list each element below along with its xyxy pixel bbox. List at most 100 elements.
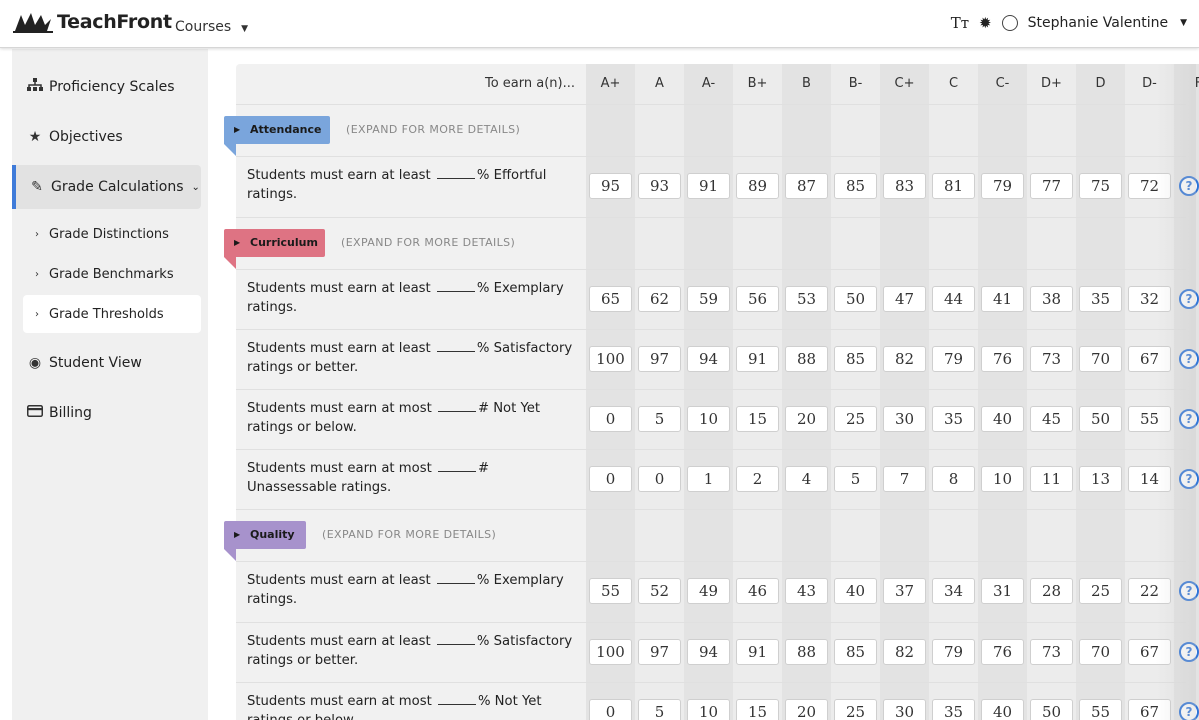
threshold-value-input[interactable]: 15 — [736, 406, 779, 432]
threshold-value-input[interactable]: 14 — [1128, 466, 1171, 492]
threshold-value-input[interactable]: 85 — [834, 639, 877, 665]
threshold-value-input[interactable]: 44 — [932, 286, 975, 312]
threshold-value-input[interactable]: 15 — [736, 699, 779, 720]
section-toggle-curriculum[interactable]: ▶ Curriculum — [224, 229, 325, 257]
threshold-value-input[interactable]: 10 — [687, 699, 730, 720]
threshold-value-input[interactable]: 13 — [1079, 466, 1122, 492]
brand-logo[interactable]: TeachFront — [13, 11, 172, 33]
threshold-value-input[interactable]: 35 — [932, 406, 975, 432]
threshold-value-input[interactable]: 76 — [981, 639, 1024, 665]
threshold-value-input[interactable]: 46 — [736, 578, 779, 604]
threshold-value-input[interactable]: 30 — [883, 406, 926, 432]
threshold-value-input[interactable]: 34 — [932, 578, 975, 604]
help-icon[interactable]: ? — [1179, 409, 1199, 429]
help-icon[interactable]: ? — [1179, 176, 1199, 196]
threshold-value-input[interactable]: 35 — [932, 699, 975, 720]
threshold-value-input[interactable]: 75 — [1079, 173, 1122, 199]
threshold-value-input[interactable]: 0 — [589, 406, 632, 432]
threshold-value-input[interactable]: 93 — [638, 173, 681, 199]
threshold-value-input[interactable]: 65 — [589, 286, 632, 312]
threshold-value-input[interactable]: 4 — [785, 466, 828, 492]
help-icon[interactable]: ? — [1179, 581, 1199, 601]
threshold-value-input[interactable]: 20 — [785, 406, 828, 432]
sidebar-item-billing[interactable]: Billing — [12, 391, 201, 435]
threshold-value-input[interactable]: 45 — [1030, 406, 1073, 432]
threshold-value-input[interactable]: 0 — [589, 466, 632, 492]
threshold-value-input[interactable]: 40 — [834, 578, 877, 604]
threshold-value-input[interactable]: 97 — [638, 639, 681, 665]
expand-details-link[interactable]: (EXPAND FOR MORE DETAILS) — [341, 236, 515, 249]
threshold-value-input[interactable]: 40 — [981, 406, 1024, 432]
threshold-value-input[interactable]: 1 — [687, 466, 730, 492]
threshold-value-input[interactable]: 91 — [687, 173, 730, 199]
threshold-value-input[interactable]: 53 — [785, 286, 828, 312]
threshold-value-input[interactable]: 85 — [834, 346, 877, 372]
help-icon[interactable]: ? — [1179, 469, 1199, 489]
threshold-value-input[interactable]: 62 — [638, 286, 681, 312]
threshold-value-input[interactable]: 77 — [1030, 173, 1073, 199]
sidebar-subitem-grade-distinctions[interactable]: › Grade Distinctions — [23, 215, 201, 253]
threshold-value-input[interactable]: 85 — [834, 173, 877, 199]
help-icon[interactable]: ? — [1179, 349, 1199, 369]
threshold-value-input[interactable]: 94 — [687, 639, 730, 665]
threshold-value-input[interactable]: 20 — [785, 699, 828, 720]
threshold-value-input[interactable]: 89 — [736, 173, 779, 199]
threshold-value-input[interactable]: 88 — [785, 346, 828, 372]
threshold-value-input[interactable]: 47 — [883, 286, 926, 312]
threshold-value-input[interactable]: 91 — [736, 639, 779, 665]
threshold-value-input[interactable]: 67 — [1128, 699, 1171, 720]
threshold-value-input[interactable]: 79 — [932, 346, 975, 372]
threshold-value-input[interactable]: 67 — [1128, 639, 1171, 665]
threshold-value-input[interactable]: 91 — [736, 346, 779, 372]
threshold-value-input[interactable]: 52 — [638, 578, 681, 604]
threshold-value-input[interactable]: 22 — [1128, 578, 1171, 604]
threshold-value-input[interactable]: 10 — [981, 466, 1024, 492]
threshold-value-input[interactable]: 72 — [1128, 173, 1171, 199]
caret-down-icon[interactable]: ▼ — [1180, 18, 1187, 28]
threshold-value-input[interactable]: 49 — [687, 578, 730, 604]
threshold-value-input[interactable]: 41 — [981, 286, 1024, 312]
threshold-value-input[interactable]: 11 — [1030, 466, 1073, 492]
threshold-value-input[interactable]: 38 — [1030, 286, 1073, 312]
expand-details-link[interactable]: (EXPAND FOR MORE DETAILS) — [322, 528, 496, 541]
threshold-value-input[interactable]: 100 — [589, 346, 632, 372]
section-toggle-attendance[interactable]: ▶ Attendance — [224, 116, 330, 144]
threshold-value-input[interactable]: 25 — [1079, 578, 1122, 604]
threshold-value-input[interactable]: 73 — [1030, 346, 1073, 372]
threshold-value-input[interactable]: 50 — [834, 286, 877, 312]
section-toggle-quality[interactable]: ▶ Quality — [224, 521, 306, 549]
threshold-value-input[interactable]: 5 — [834, 466, 877, 492]
help-icon[interactable]: ? — [1179, 289, 1199, 309]
threshold-value-input[interactable]: 8 — [932, 466, 975, 492]
brightness-icon[interactable]: ✹ — [979, 14, 992, 32]
threshold-value-input[interactable]: 43 — [785, 578, 828, 604]
threshold-value-input[interactable]: 31 — [981, 578, 1024, 604]
sidebar-subitem-grade-benchmarks[interactable]: › Grade Benchmarks — [23, 255, 201, 293]
threshold-value-input[interactable]: 79 — [981, 173, 1024, 199]
threshold-value-input[interactable]: 10 — [687, 406, 730, 432]
threshold-value-input[interactable]: 55 — [1128, 406, 1171, 432]
threshold-value-input[interactable]: 67 — [1128, 346, 1171, 372]
threshold-value-input[interactable]: 82 — [883, 639, 926, 665]
threshold-value-input[interactable]: 59 — [687, 286, 730, 312]
threshold-value-input[interactable]: 70 — [1079, 346, 1122, 372]
threshold-value-input[interactable]: 50 — [1030, 699, 1073, 720]
threshold-value-input[interactable]: 55 — [589, 578, 632, 604]
help-icon[interactable]: ? — [1179, 702, 1199, 720]
threshold-value-input[interactable]: 30 — [883, 699, 926, 720]
threshold-value-input[interactable]: 82 — [883, 346, 926, 372]
threshold-value-input[interactable]: 79 — [932, 639, 975, 665]
user-name[interactable]: Stephanie Valentine — [1028, 15, 1168, 31]
threshold-value-input[interactable]: 81 — [932, 173, 975, 199]
threshold-value-input[interactable]: 56 — [736, 286, 779, 312]
threshold-value-input[interactable]: 40 — [981, 699, 1024, 720]
text-size-icon[interactable]: Tт — [951, 14, 969, 32]
sidebar-item-grade-calculations[interactable]: ✎ Grade Calculations ⌄ — [12, 165, 201, 209]
threshold-value-input[interactable]: 25 — [834, 699, 877, 720]
sidebar-item-student-view[interactable]: ◉ Student View — [12, 341, 201, 385]
threshold-value-input[interactable]: 87 — [785, 173, 828, 199]
threshold-value-input[interactable]: 2 — [736, 466, 779, 492]
threshold-value-input[interactable]: 76 — [981, 346, 1024, 372]
threshold-value-input[interactable]: 95 — [589, 173, 632, 199]
sidebar-subitem-grade-thresholds[interactable]: › Grade Thresholds — [23, 295, 201, 333]
